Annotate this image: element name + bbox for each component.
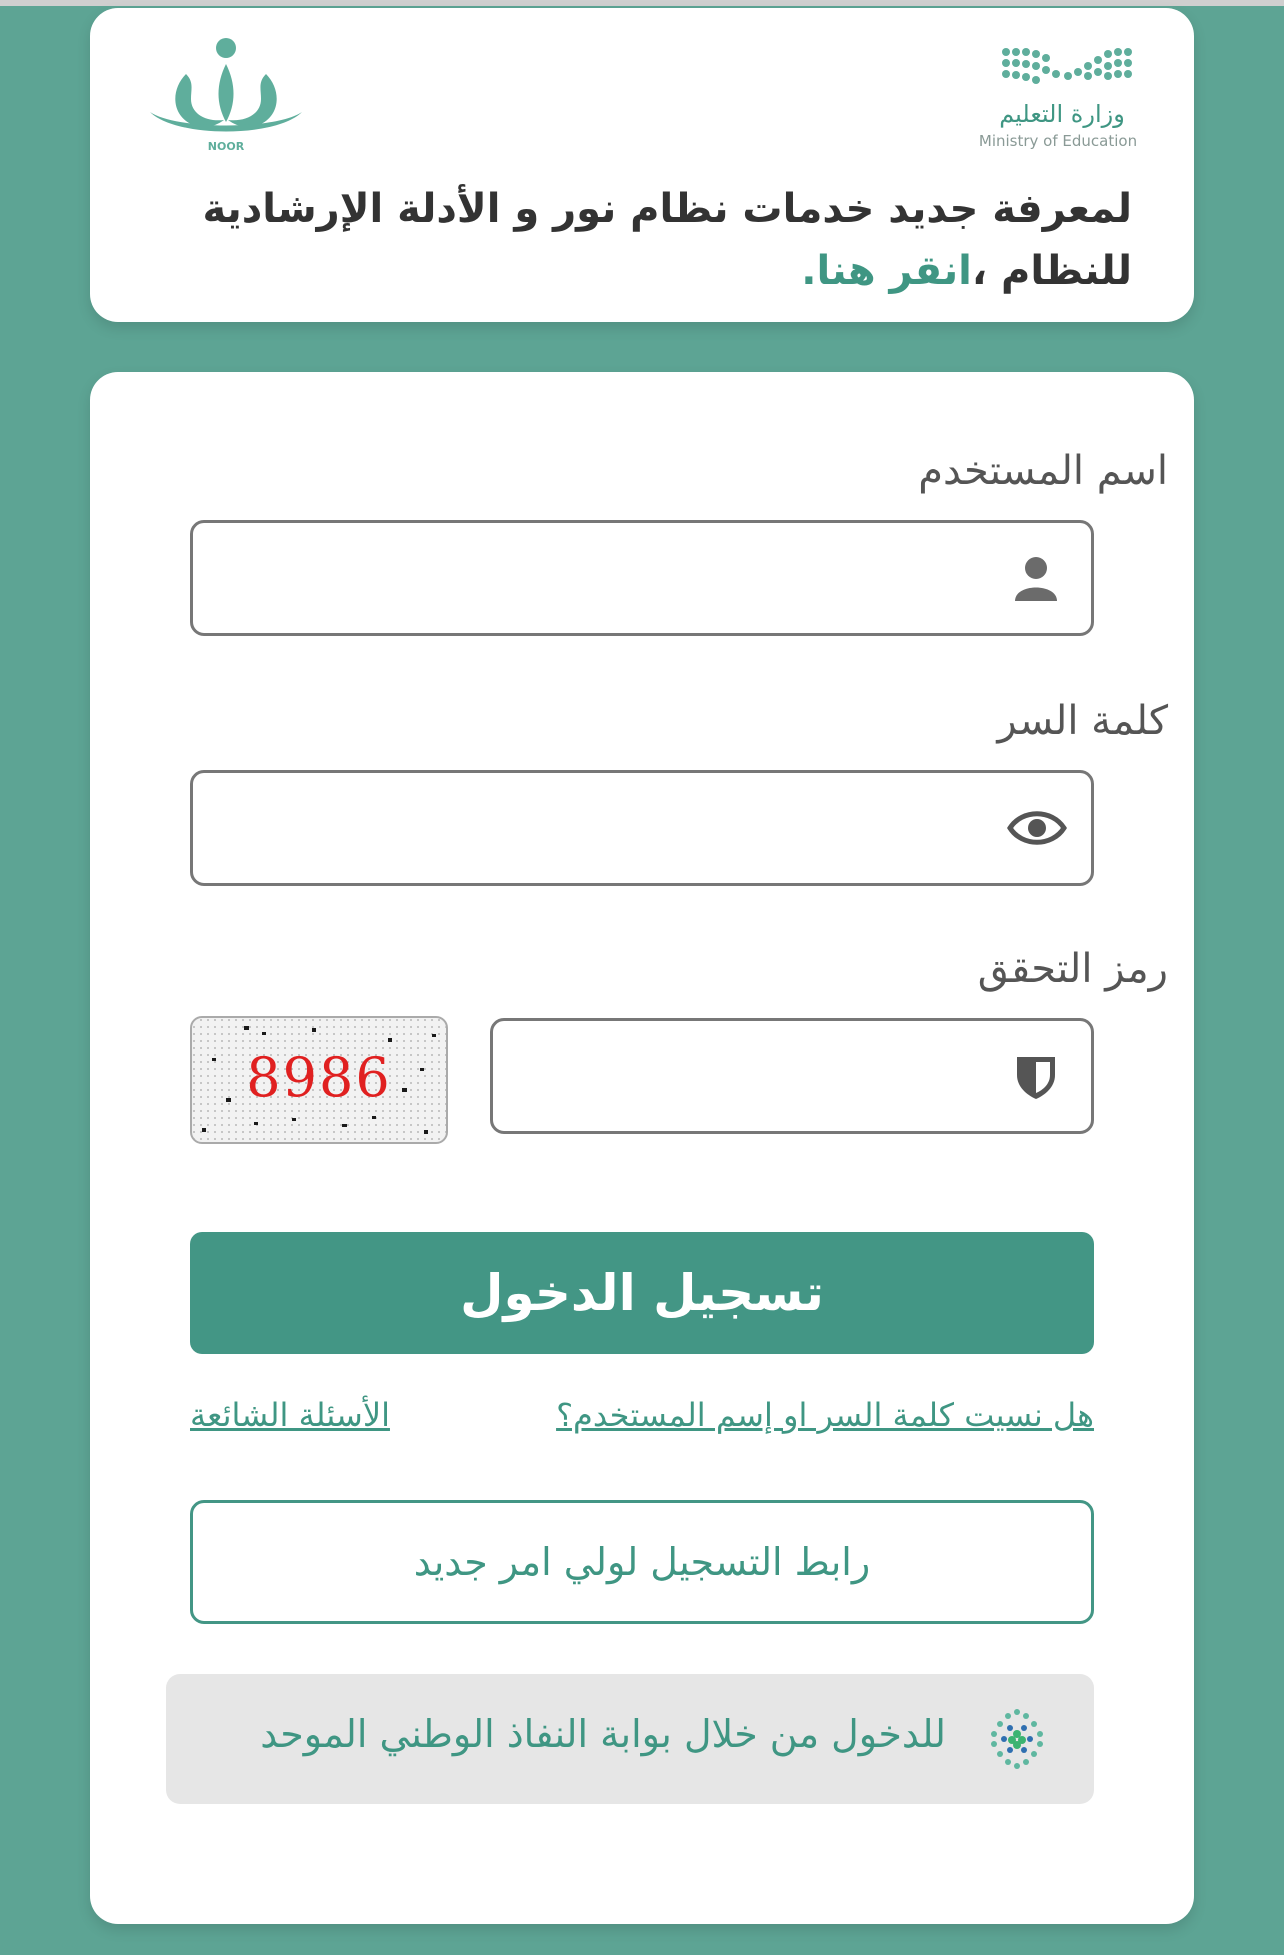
password-input[interactable] — [213, 773, 995, 885]
username-input[interactable] — [213, 523, 995, 635]
username-label: اسم المستخدم — [918, 448, 1168, 494]
info-card: NOOR وزارة التعليم Ministry of Education… — [90, 8, 1194, 322]
captcha-field[interactable] — [490, 1018, 1094, 1134]
info-click-here-link[interactable]: انقر هنا. — [801, 248, 972, 294]
top-edge-bar — [0, 0, 1284, 6]
captcha-image: 8986 — [190, 1016, 448, 1144]
captcha-code: 8986 — [246, 1046, 392, 1109]
ministry-logo-english: Ministry of Education — [979, 132, 1137, 150]
nafath-login-label: للدخول من خلال بوابة النفاذ الوطني الموح… — [260, 1712, 946, 1756]
noor-logo: NOOR — [150, 38, 302, 153]
password-label: كلمة السر — [997, 698, 1168, 744]
eye-icon[interactable] — [1007, 803, 1067, 853]
faq-link[interactable]: الأسئلة الشائعة — [190, 1396, 390, 1434]
register-guardian-button[interactable]: رابط التسجيل لولي امر جديد — [190, 1500, 1094, 1624]
username-field[interactable] — [190, 520, 1094, 636]
forgot-password-link[interactable]: هل نسيت كلمة السر او إسم المستخدم؟ — [556, 1396, 1094, 1434]
ministry-logo-arabic: وزارة التعليم — [999, 100, 1125, 128]
nafath-login-button[interactable]: للدخول من خلال بوابة النفاذ الوطني الموح… — [166, 1674, 1094, 1804]
password-field[interactable] — [190, 770, 1094, 886]
captcha-label: رمز التحقق — [977, 946, 1168, 992]
user-icon — [1015, 557, 1057, 601]
ministry-logo: وزارة التعليم Ministry of Education — [979, 48, 1137, 150]
noor-logo-text: NOOR — [208, 140, 245, 153]
captcha-input[interactable] — [513, 1021, 995, 1133]
nafath-logo-icon — [991, 1709, 1043, 1769]
info-message-text: لمعرفة جديد خدمات نظام نور و الأدلة الإر… — [202, 186, 1133, 294]
shield-icon — [1017, 1057, 1055, 1099]
login-button[interactable]: تسجيل الدخول — [190, 1232, 1094, 1354]
info-message: لمعرفة جديد خدمات نظام نور و الأدلة الإر… — [172, 178, 1133, 302]
